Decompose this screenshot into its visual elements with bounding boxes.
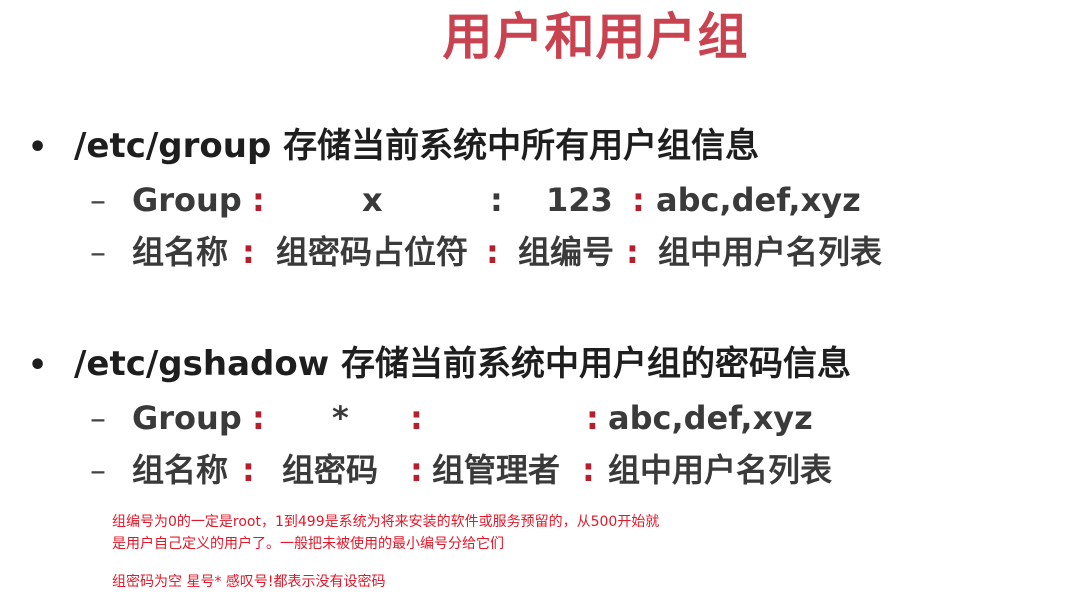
- user-list-value: abc,def,xyz: [608, 399, 813, 437]
- user-list-label: 组中用户名列表: [608, 451, 833, 489]
- dash-icon: –: [90, 451, 106, 489]
- slide-title: 用户和用户组: [442, 8, 749, 66]
- section1-row2: – 组名称 : 组密码占位符 : 组编号 : 组中用户名列表: [90, 230, 990, 274]
- colon-separator: :: [582, 451, 595, 489]
- section1-heading-line: • /etc/group 存储当前系统中所有用户组信息: [28, 124, 759, 170]
- colon-separator: :: [242, 451, 255, 489]
- dash-icon: –: [90, 181, 106, 219]
- colon-separator: :: [586, 399, 599, 437]
- dash-icon: –: [90, 399, 106, 437]
- group-name-label: 组名称: [132, 233, 229, 271]
- section2-row1: – Group : * : : abc,def,xyz: [90, 396, 990, 440]
- note-line-2: 是用户自己定义的用户了。一般把未被使用的最小编号分给它们: [112, 536, 504, 552]
- user-list-label: 组中用户名列表: [658, 233, 883, 271]
- group-name-label: 组名称: [132, 451, 229, 489]
- colon-separator: :: [242, 233, 255, 271]
- colon-separator: :: [490, 181, 503, 219]
- note-line-3: 组密码为空 星号* 感叹号!都表示没有设密码: [112, 574, 386, 590]
- colon-separator: :: [486, 233, 499, 271]
- note-line-1: 组编号为0的一定是root，1到499是系统为将来安装的软件或服务预留的，从50…: [112, 514, 660, 530]
- colon-separator: :: [252, 181, 265, 219]
- group-password-placeholder-label: 组密码占位符: [276, 233, 469, 271]
- colon-separator: :: [410, 451, 423, 489]
- bullet-icon: •: [28, 130, 48, 165]
- password-placeholder-x: x: [362, 181, 383, 219]
- group-id-value: 123: [546, 181, 613, 219]
- colon-separator: :: [632, 181, 645, 219]
- bullet-icon: •: [28, 348, 48, 383]
- dash-icon: –: [90, 233, 106, 271]
- group-id-label: 组编号: [518, 233, 615, 271]
- section2-row2: – 组名称 : 组密码 : 组管理者 : 组中用户名列表: [90, 448, 990, 492]
- user-list-value: abc,def,xyz: [656, 181, 861, 219]
- password-star: *: [332, 399, 349, 437]
- colon-separator: :: [626, 233, 639, 271]
- group-admin-label: 组管理者: [432, 451, 561, 489]
- section2-heading-line: • /etc/gshadow 存储当前系统中用户组的密码信息: [28, 342, 851, 388]
- group-password-label: 组密码: [282, 451, 379, 489]
- group-label: Group: [132, 399, 242, 437]
- section1-row1: – Group : x : 123 : abc,def,xyz: [90, 178, 990, 222]
- section1-heading: /etc/group 存储当前系统中所有用户组信息: [74, 126, 760, 166]
- colon-separator: :: [252, 399, 265, 437]
- group-label: Group: [132, 181, 242, 219]
- colon-separator: :: [410, 399, 423, 437]
- section2-heading: /etc/gshadow 存储当前系统中用户组的密码信息: [74, 344, 851, 384]
